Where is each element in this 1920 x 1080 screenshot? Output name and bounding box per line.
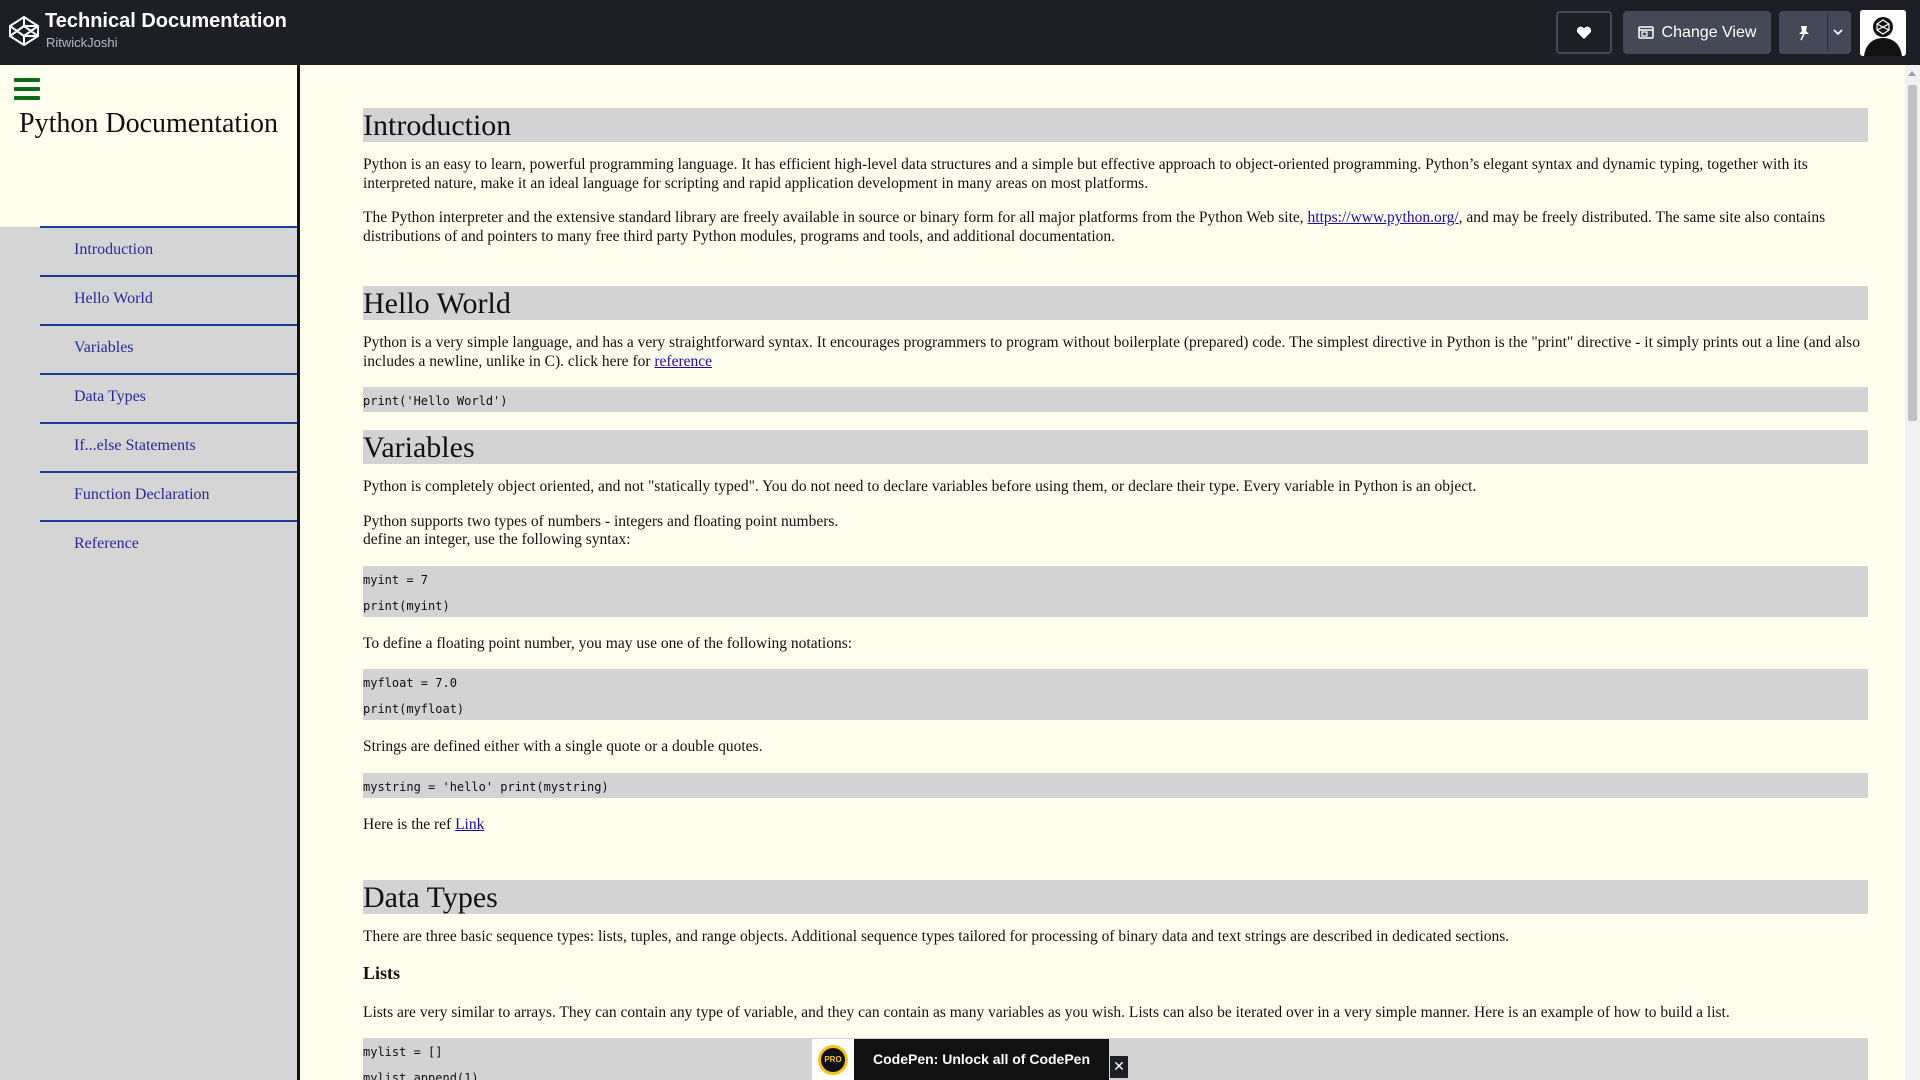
close-icon[interactable]: ✕ bbox=[1110, 1056, 1128, 1078]
pro-banner-text[interactable]: CodePen: Unlock all of CodePen bbox=[854, 1039, 1109, 1080]
pin-icon bbox=[1798, 25, 1809, 40]
navbar-title: Python Documentation bbox=[19, 108, 278, 139]
heart-icon bbox=[1576, 26, 1592, 39]
paragraph: There are three basic sequence types: li… bbox=[363, 928, 1510, 945]
nav-link-data-types[interactable]: Data Types bbox=[40, 373, 297, 422]
ref-link[interactable]: Link bbox=[455, 816, 484, 833]
change-view-label: Change View bbox=[1661, 23, 1757, 41]
pin-menu-toggle[interactable] bbox=[1828, 13, 1849, 52]
paragraph: Python is a very simple language, and ha… bbox=[363, 334, 1860, 370]
codepen-header: Technical Documentation RitwickJoshi Cha… bbox=[0, 0, 1920, 65]
heart-button[interactable] bbox=[1556, 11, 1612, 54]
section-heading: Variables bbox=[363, 430, 1868, 464]
subheading: Lists bbox=[363, 962, 401, 983]
navbar: Python Documentation Introduction Hello … bbox=[0, 65, 300, 1080]
pro-badge-icon: PRO bbox=[812, 1039, 854, 1080]
nav-link-reference[interactable]: Reference bbox=[40, 520, 297, 569]
nav-link-list: Introduction Hello World Variables Data … bbox=[40, 226, 297, 569]
pen-title[interactable]: Technical Documentation bbox=[45, 10, 287, 33]
section-heading: Data Types bbox=[363, 880, 1868, 914]
code-block: myint = 7 print(myint) bbox=[363, 565, 1868, 617]
nav-link-function-declaration[interactable]: Function Declaration bbox=[40, 471, 297, 520]
paragraph: Python is completely object oriented, an… bbox=[363, 478, 1477, 495]
nav-link-introduction[interactable]: Introduction bbox=[40, 226, 297, 275]
code-block: print('Hello World') bbox=[363, 387, 1868, 412]
section-data-types: Data Types There are three basic sequenc… bbox=[363, 880, 1868, 1080]
paragraph: To define a floating point number, you m… bbox=[363, 634, 853, 652]
codepen-logo-icon[interactable] bbox=[8, 15, 40, 47]
nav-link-hello-world[interactable]: Hello World bbox=[40, 275, 297, 324]
paragraph: Lists are very similar to arrays. They c… bbox=[363, 1003, 1730, 1021]
nav-link-variables[interactable]: Variables bbox=[40, 324, 297, 373]
paragraph: Python is an easy to learn, powerful pro… bbox=[363, 156, 1808, 192]
page-scrollbar[interactable] bbox=[1905, 65, 1920, 1080]
pin-toggle[interactable] bbox=[1781, 13, 1828, 52]
change-view-icon bbox=[1637, 26, 1654, 39]
paragraph: Strings are defined either with a single… bbox=[363, 738, 763, 755]
scroll-up-arrow-icon[interactable] bbox=[1908, 71, 1916, 76]
code-block: myfloat = 7.0 print(myfloat) bbox=[363, 669, 1868, 720]
nav-link-if-else[interactable]: If...else Statements bbox=[40, 422, 297, 471]
code-block: mystring = 'hello' print(mystring) bbox=[363, 772, 1868, 798]
navbar-header: Python Documentation bbox=[0, 65, 297, 227]
section-variables: Variables Python is completely object or… bbox=[363, 430, 1868, 834]
paragraph: The Python interpreter and the extensive… bbox=[363, 209, 1826, 245]
user-avatar[interactable] bbox=[1860, 10, 1906, 56]
avatar-icon bbox=[1860, 10, 1906, 56]
reference-link[interactable]: reference bbox=[654, 353, 712, 370]
hamburger-menu-icon[interactable] bbox=[14, 78, 40, 100]
main-doc: Introduction Python is an easy to learn,… bbox=[363, 65, 1868, 1080]
section-hello-world: Hello World Python is a very simple lang… bbox=[363, 286, 1868, 412]
paragraph: Python supports two types of numbers - i… bbox=[363, 512, 839, 549]
scrollbar-thumb[interactable] bbox=[1908, 85, 1917, 421]
chevron-down-icon bbox=[1833, 29, 1843, 36]
pin-button[interactable] bbox=[1779, 11, 1851, 54]
section-introduction: Introduction Python is an easy to learn,… bbox=[363, 108, 1868, 246]
paragraph: Here is the ref Link bbox=[363, 815, 485, 833]
python-org-link[interactable]: https://www.python.org/ bbox=[1308, 209, 1459, 226]
section-heading: Hello World bbox=[363, 286, 1868, 320]
section-heading: Introduction bbox=[363, 108, 1868, 142]
change-view-button[interactable]: Change View bbox=[1623, 11, 1771, 54]
pen-author[interactable]: RitwickJoshi bbox=[46, 35, 118, 50]
pro-upsell-banner[interactable]: PRO CodePen: Unlock all of CodePen bbox=[812, 1039, 1109, 1080]
